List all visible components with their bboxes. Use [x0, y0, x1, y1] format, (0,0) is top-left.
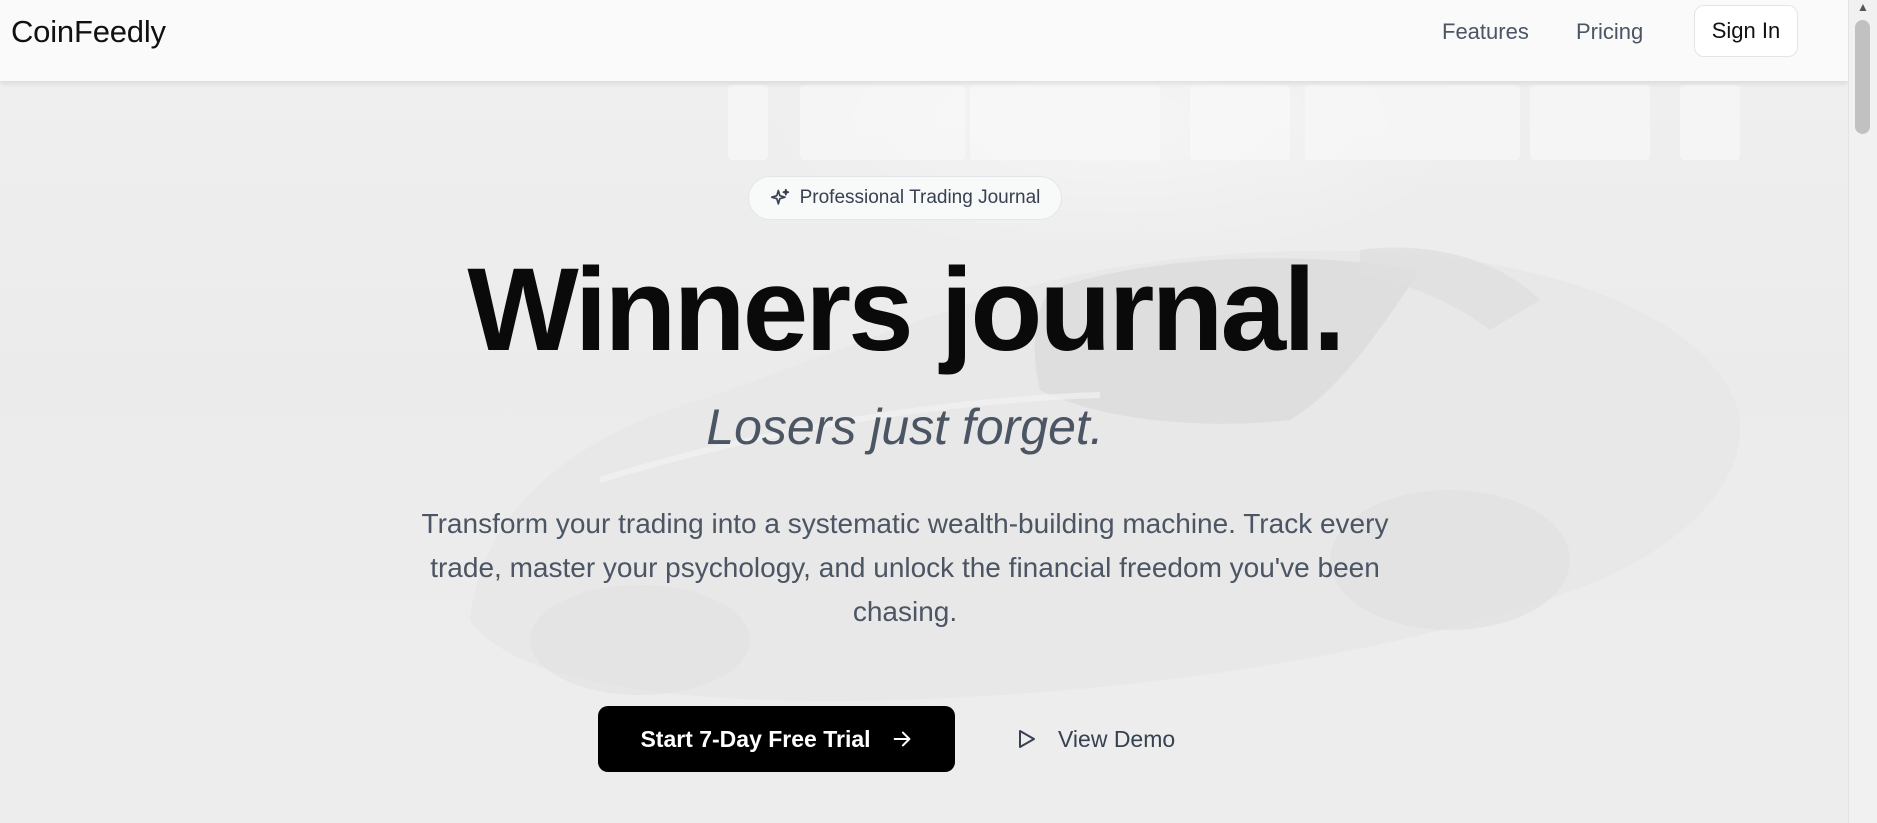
nav-link-features[interactable]: Features — [1442, 19, 1529, 45]
view-demo-label: View Demo — [1058, 725, 1176, 752]
page-scrollbar[interactable]: ▲ — [1848, 0, 1877, 823]
sign-in-button[interactable]: Sign In — [1694, 5, 1798, 57]
hero-description: Transform your trading into a systematic… — [421, 508, 1389, 627]
hero-badge-label: Professional Trading Journal — [799, 187, 1041, 208]
start-free-trial-label: Start 7-Day Free Trial — [640, 725, 871, 752]
view-demo-button[interactable]: View Demo — [1014, 712, 1175, 766]
nav-link-pricing[interactable]: Pricing — [1576, 19, 1643, 45]
arrow-right-icon — [893, 731, 910, 747]
brand-logo[interactable]: CoinFeedly — [11, 14, 166, 50]
sparkles-icon — [770, 188, 789, 205]
hero-badge: Professional Trading Journal — [748, 176, 1062, 220]
scroll-up-arrow-icon[interactable]: ▲ — [1857, 0, 1869, 14]
scrollbar-thumb[interactable] — [1855, 20, 1870, 134]
top-navbar: CoinFeedly Features Pricing Sign In — [0, 0, 1848, 81]
start-free-trial-button[interactable]: Start 7-Day Free Trial — [598, 706, 955, 772]
landing-page: CoinFeedly Features Pricing Sign In Prof… — [0, 0, 1848, 823]
play-icon — [1019, 730, 1035, 748]
hero-headline: Winners journal. — [467, 244, 1345, 376]
hero-subheadline: Losers just forget. — [706, 399, 1104, 455]
